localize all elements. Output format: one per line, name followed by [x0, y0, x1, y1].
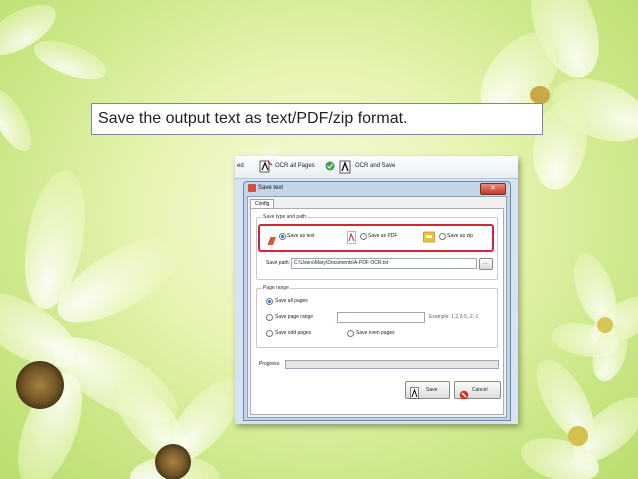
toolbar: ed OCR all Pages OCR and Save — [235, 156, 518, 179]
cancel-icon — [459, 385, 469, 404]
save-path-field[interactable]: C:\Users\Mary\Documents\A-PDF OCR.txt — [291, 258, 477, 269]
text-file-icon — [267, 231, 277, 250]
save-even-pages-label[interactable]: Save even pages — [356, 330, 395, 336]
save-as-pdf-label[interactable]: Save as PDF — [368, 233, 397, 239]
ocr-all-pages-button[interactable]: OCR all Pages — [275, 163, 315, 169]
save-page-range-label[interactable]: Save page range — [275, 314, 313, 320]
save-path-label: Save path: — [266, 260, 290, 266]
save-button[interactable]: Save — [405, 381, 450, 399]
app-icon — [248, 184, 256, 194]
save-all-pages-radio[interactable] — [266, 298, 273, 305]
save-doc-icon — [410, 384, 420, 403]
close-button[interactable]: ✕ — [480, 183, 506, 195]
save-text-dialog: Save text ✕ Config Save type and path Sa… — [243, 181, 511, 421]
ocr-and-save-button[interactable]: OCR and Save — [355, 163, 395, 169]
save-as-zip-radio[interactable] — [439, 233, 446, 240]
cancel-button[interactable]: Cancel — [454, 381, 501, 400]
save-as-text-radio[interactable] — [279, 233, 286, 240]
save-as-text-label[interactable]: Save as text — [287, 233, 315, 239]
pdf-file-icon — [347, 229, 356, 248]
save-odd-pages-label[interactable]: Save odd pages — [275, 330, 311, 336]
close-icon: ✕ — [490, 185, 496, 192]
page-range-group-label: Page range — [262, 285, 290, 291]
save-all-pages-label[interactable]: Save all pages — [275, 298, 308, 304]
save-button-label: Save — [426, 387, 438, 393]
progress-label: Progress: — [259, 361, 281, 367]
green-check-icon — [325, 161, 335, 173]
cancel-button-label: Cancel — [472, 387, 488, 393]
save-path-value: C:\Users\Mary\Documents\A-PDF OCR.txt — [294, 260, 389, 266]
save-as-zip-label[interactable]: Save as zip — [447, 233, 473, 239]
save-odd-pages-radio[interactable] — [266, 330, 273, 337]
ocr-all-pages-icon[interactable] — [259, 160, 273, 175]
browse-label: ... — [483, 260, 488, 266]
page-range-group: Page range Save all pages Save page rang… — [256, 285, 498, 348]
browse-button[interactable]: ... — [479, 258, 493, 270]
config-panel: Save type and path Save as text Save as … — [250, 208, 504, 415]
screenshot-frame: ed OCR all Pages OCR and Save Save text … — [235, 156, 518, 424]
toolbar-fragment: ed — [237, 163, 244, 169]
save-page-range-radio[interactable] — [266, 314, 273, 321]
save-as-pdf-radio[interactable] — [360, 233, 367, 240]
dialog-title: Save text — [258, 185, 284, 191]
save-type-group-label: Save type and path — [262, 214, 308, 220]
caption-text: Save the output text as text/PDF/zip for… — [98, 110, 408, 127]
save-type-group: Save type and path Save as text Save as … — [256, 214, 498, 280]
zip-folder-icon — [423, 228, 435, 247]
caption-box: Save the output text as text/PDF/zip for… — [91, 103, 543, 135]
page-range-input[interactable] — [337, 312, 425, 323]
progress-bar — [285, 360, 499, 369]
tab-config[interactable]: Config — [250, 199, 275, 208]
ocr-save-icon[interactable] — [339, 160, 352, 176]
dialog-titlebar: Save text ✕ — [244, 182, 510, 195]
dialog-body: Config Save type and path Save as text S… — [247, 196, 507, 418]
page-range-example: Example: 1,2,3-5,-2,-1 — [429, 314, 479, 320]
save-even-pages-radio[interactable] — [347, 330, 354, 337]
